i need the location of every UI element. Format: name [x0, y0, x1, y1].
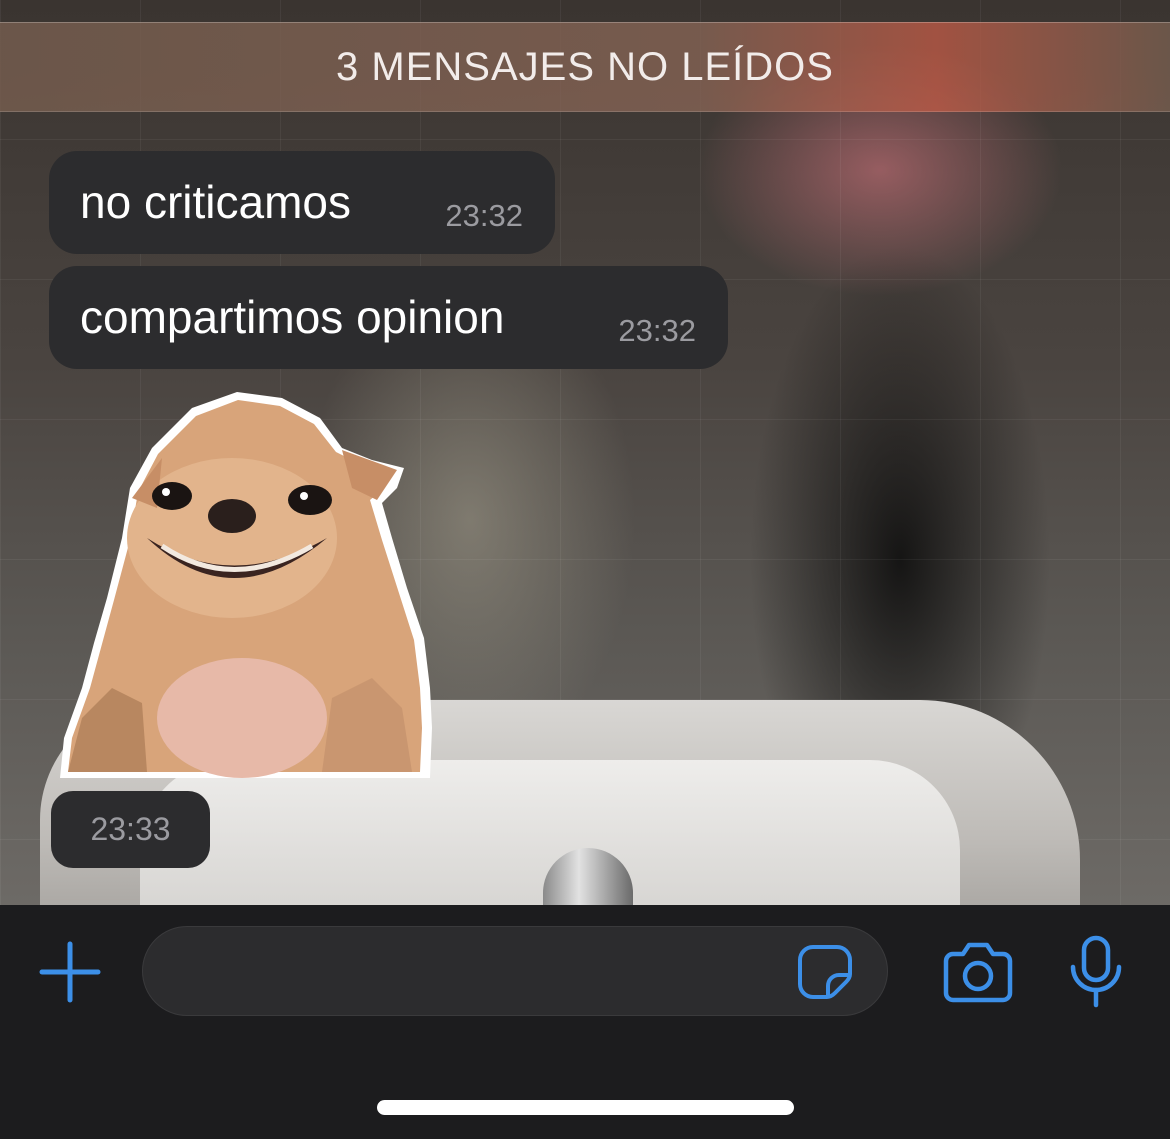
sticker-icon[interactable] — [797, 944, 853, 1000]
message-bubble[interactable]: compartimos opinion 23:32 — [49, 266, 728, 369]
unread-messages-banner: 3 MENSAJES NO LEÍDOS — [0, 22, 1170, 112]
home-indicator[interactable] — [377, 1100, 794, 1115]
message-bubble[interactable]: no criticamos 23:32 — [49, 151, 555, 254]
chihuahua-sticker[interactable] — [52, 388, 434, 784]
unread-label: 3 MENSAJES NO LEÍDOS — [336, 44, 834, 89]
message-text: compartimos opinion — [80, 291, 505, 343]
camera-icon[interactable] — [943, 940, 1013, 1004]
message-text: no criticamos — [80, 176, 351, 228]
message-time: 23:32 — [445, 198, 523, 233]
message-time: 23:32 — [618, 313, 696, 348]
sticker-time-text: 23:33 — [90, 811, 171, 847]
message-input[interactable] — [142, 926, 888, 1016]
microphone-icon[interactable] — [1068, 935, 1124, 1009]
plus-icon[interactable] — [38, 940, 102, 1004]
sticker-timestamp: 23:33 — [51, 791, 210, 868]
